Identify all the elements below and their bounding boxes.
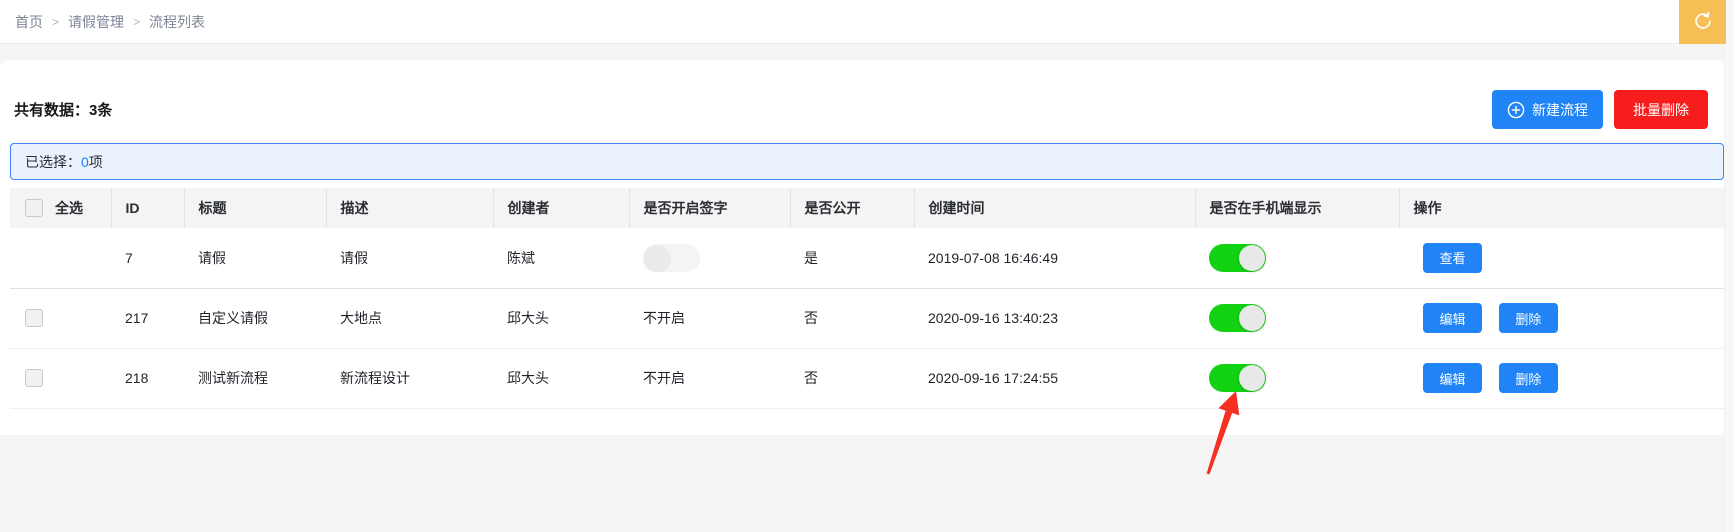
header-title: 标题 <box>184 188 327 228</box>
cell-public: 是 <box>804 249 818 266</box>
create-flow-label: 新建流程 <box>1532 101 1588 118</box>
breadcrumb-current-page: 流程列表 <box>149 13 206 30</box>
create-flow-button[interactable]: 新建流程 <box>1492 90 1603 129</box>
refresh-icon <box>1692 10 1714 35</box>
cell-public: 否 <box>804 370 818 386</box>
scrollbar-track[interactable] <box>1726 0 1734 532</box>
header-public: 是否公开 <box>790 188 915 228</box>
cell-id: 7 <box>125 249 133 266</box>
view-button[interactable]: 查看 <box>1423 242 1482 273</box>
table-header-row: 全选 ID 标题 描述 创建者 是否开启签字 是否公开 创建时间 是否在手机端显… <box>10 188 1724 228</box>
header-mobile-visible: 是否在手机端显示 <box>1195 188 1400 228</box>
mobile-visible-toggle-annotated[interactable] <box>1209 364 1266 392</box>
cell-creator: 邱大头 <box>507 310 549 326</box>
edit-button[interactable]: 编辑 <box>1423 363 1482 393</box>
toggle-knob <box>644 244 670 271</box>
cell-public: 否 <box>804 310 818 326</box>
mobile-visible-toggle[interactable] <box>1209 304 1266 332</box>
selection-count: 0 <box>81 153 89 170</box>
selection-info-bar: 已选择： 0 项 <box>10 143 1724 180</box>
content-card: 共有数据：3条 新建流程 批量删除 已选择： 0 项 全选 ID 标题 描述 创… <box>0 60 1724 435</box>
flow-table: 全选 ID 标题 描述 创建者 是否开启签字 是否公开 创建时间 是否在手机端显… <box>10 188 1724 409</box>
toolbar: 共有数据：3条 新建流程 批量删除 <box>10 60 1724 129</box>
header-description: 描述 <box>326 188 494 228</box>
header-id: ID <box>111 188 185 228</box>
row-checkbox[interactable] <box>25 369 43 388</box>
delete-button[interactable]: 删除 <box>1498 363 1558 393</box>
header-created-at: 创建时间 <box>914 188 1196 228</box>
cell-signature: 不开启 <box>643 370 685 386</box>
row-checkbox[interactable] <box>25 309 43 328</box>
total-count-label: 共有数据：3条 <box>14 102 113 119</box>
cell-description: 大地点 <box>340 310 382 326</box>
cell-description: 请假 <box>340 249 368 266</box>
header-signature: 是否开启签字 <box>629 188 791 228</box>
cell-title: 自定义请假 <box>198 310 268 326</box>
breadcrumb-separator: > <box>133 14 141 29</box>
cell-id: 218 <box>125 370 149 386</box>
table-row: 217 自定义请假 大地点 邱大头 不开启 否 2020-09-16 13:40… <box>10 288 1724 348</box>
breadcrumb-home[interactable]: 首页 <box>15 12 43 32</box>
breadcrumb-separator: > <box>52 14 60 29</box>
cell-title: 测试新流程 <box>198 370 268 386</box>
plus-circle-icon <box>1507 101 1525 119</box>
cell-description: 新流程设计 <box>340 370 410 386</box>
header-creator: 创建者 <box>493 188 630 228</box>
refresh-button[interactable] <box>1679 0 1727 44</box>
mobile-visible-toggle[interactable] <box>1209 243 1266 272</box>
batch-delete-button[interactable]: 批量删除 <box>1614 90 1708 129</box>
cell-signature: 不开启 <box>643 310 685 326</box>
header-actions: 操作 <box>1413 200 1442 216</box>
breadcrumb-bar: 首页 > 请假管理 > 流程列表 <box>0 0 1734 44</box>
selection-suffix: 项 <box>88 153 103 170</box>
cell-created-at: 2020-09-16 17:24:55 <box>928 370 1058 386</box>
cell-creator: 邱大头 <box>507 370 549 386</box>
cell-id: 217 <box>125 310 149 326</box>
select-all-checkbox[interactable] <box>25 199 43 217</box>
breadcrumb-leave-management[interactable]: 请假管理 <box>68 12 124 32</box>
table-row: 7 请假 请假 陈斌 是 2019-07-08 16:46:49 查看 <box>10 228 1724 288</box>
signature-toggle[interactable] <box>643 243 700 272</box>
toggle-knob <box>1239 244 1265 271</box>
cell-creator: 陈斌 <box>507 249 535 266</box>
cell-title: 请假 <box>198 249 226 266</box>
toggle-knob <box>1239 365 1265 391</box>
cell-created-at: 2020-09-16 13:40:23 <box>928 310 1058 326</box>
edit-button[interactable]: 编辑 <box>1423 303 1482 333</box>
table-row: 218 测试新流程 新流程设计 邱大头 不开启 否 2020-09-16 17:… <box>10 348 1724 408</box>
selection-prefix: 已选择： <box>25 153 81 170</box>
cell-created-at: 2019-07-08 16:46:49 <box>928 249 1058 266</box>
header-select-all: 全选 <box>55 200 83 216</box>
toggle-knob <box>1239 305 1265 331</box>
delete-button[interactable]: 删除 <box>1498 303 1558 333</box>
